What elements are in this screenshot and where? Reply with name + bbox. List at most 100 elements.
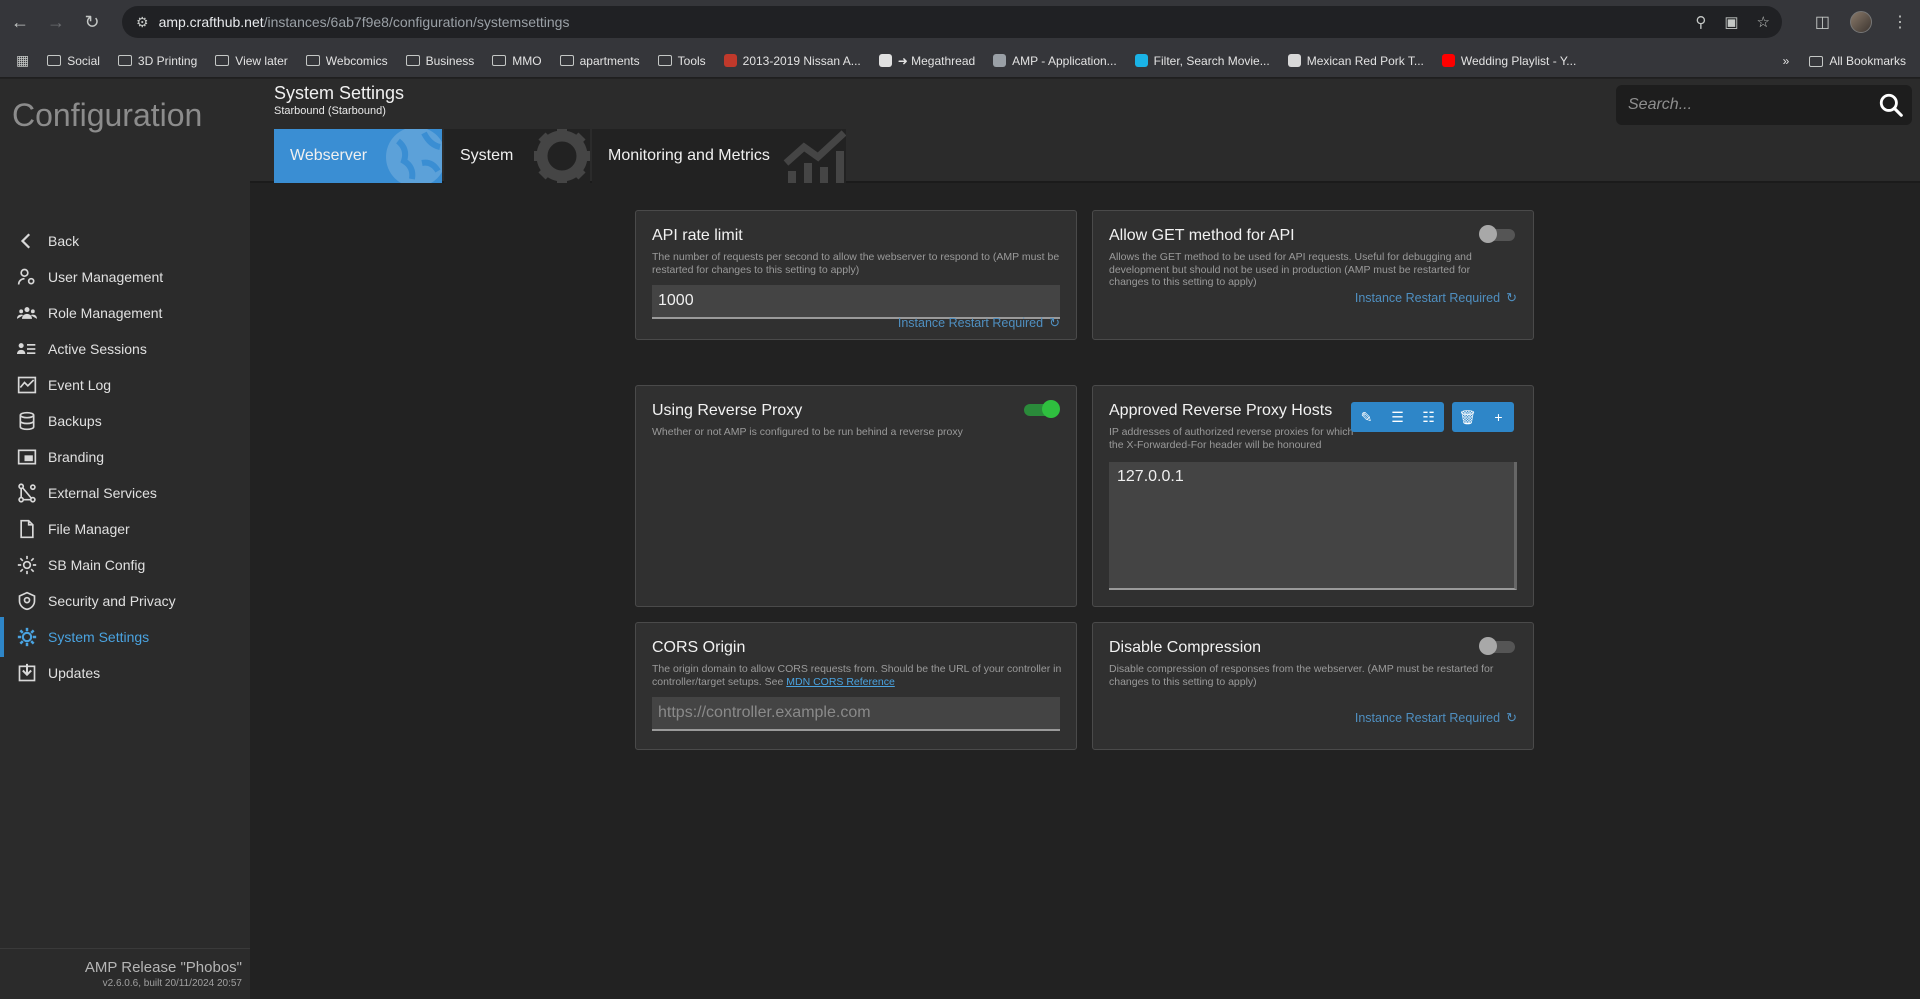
setting-api-rate-limit: API rate limit The number of requests pe… (635, 210, 1077, 340)
restart-required-link[interactable]: Instance Restart Required ↻ (1355, 710, 1517, 726)
allow-get-toggle[interactable] (1479, 225, 1517, 243)
folder-icon (117, 55, 132, 66)
bookmark-label: Webcomics (325, 53, 388, 68)
tab-webserver[interactable]: Webserver (274, 129, 442, 183)
bookmark-label: Tools (677, 53, 706, 68)
add-plus-icon[interactable]: + (1483, 402, 1514, 432)
disable-compression-toggle[interactable] (1479, 637, 1517, 655)
bookmark-item[interactable]: Wedding Playlist - Y... (1441, 53, 1577, 68)
gear-icon (16, 626, 38, 648)
setting-description: IP addresses of authorized reverse proxi… (1109, 426, 1354, 451)
tab-monitoring-metrics[interactable]: Monitoring and Metrics (592, 129, 846, 183)
sidebar-item-file-manager[interactable]: File Manager (0, 509, 250, 549)
users-icon (16, 302, 38, 324)
bookmark-list: Social 3D Printing View later Webcomics Busi… (47, 54, 1594, 68)
mdn-cors-link[interactable]: MDN CORS Reference (786, 676, 895, 688)
cors-origin-input[interactable] (652, 697, 1060, 731)
sidebar-item-system-settings[interactable]: System Settings (0, 617, 250, 657)
sidebar-item-updates[interactable]: Updates (0, 653, 250, 693)
chart-log-icon (16, 374, 38, 396)
bookmark-item[interactable]: AMP - Application... (993, 54, 1117, 68)
edit-pencil-icon[interactable]: ✎ (1351, 402, 1382, 432)
restart-required-link[interactable]: Instance Restart Required ↻ (1355, 290, 1517, 306)
tab-label: Monitoring and Metrics (608, 147, 770, 164)
bookmark-item[interactable]: Filter, Search Movie... (1134, 54, 1270, 68)
bookmark-item[interactable]: View later (215, 54, 288, 68)
all-bookmarks-label: All Bookmarks (1829, 54, 1906, 68)
bookmark-item[interactable]: Webcomics (305, 53, 388, 68)
user-gear-icon (16, 266, 38, 288)
restart-label: Instance Restart Required (897, 316, 1044, 330)
bookmark-item[interactable]: Business (405, 53, 475, 68)
search-icon[interactable] (1878, 92, 1904, 118)
menu-kebab-icon[interactable]: ⋮ (1892, 12, 1908, 32)
gear-icon (534, 129, 590, 183)
sidebar-item-user-management[interactable]: User Management (0, 257, 250, 297)
bookmark-item[interactable]: 2013-2019 Nissan A... (723, 54, 861, 68)
bookmark-item[interactable]: 3D Printing (117, 54, 197, 68)
bookmark-item[interactable]: MMO (492, 54, 542, 68)
site-info-icon[interactable]: ⚙ (136, 14, 149, 31)
config-gear-icon (16, 554, 38, 576)
restart-icon: ↻ (1506, 290, 1517, 305)
globe-icon (386, 129, 442, 183)
bookmark-label: Wedding Playlist - Y... (1460, 53, 1577, 68)
chart-icon (783, 130, 846, 183)
bookmark-label: Business (425, 53, 475, 68)
bookmark-label: AMP - Application... (1012, 53, 1117, 68)
sidebar-item-sb-main-config[interactable]: SB Main Config (0, 545, 250, 585)
search-input[interactable] (1628, 96, 1868, 114)
apps-grid-icon[interactable]: ▦ (16, 52, 29, 69)
sessions-list-icon (16, 338, 38, 360)
profile-avatar[interactable] (1850, 11, 1872, 33)
favicon-icon (993, 54, 1007, 67)
api-rate-limit-input[interactable] (652, 285, 1060, 319)
all-bookmarks-folder[interactable]: All Bookmarks (1809, 54, 1906, 68)
sidebar: Configuration Back User Management Role Ma… (0, 79, 250, 999)
bookmark-item[interactable]: ➜ Megathread (878, 54, 975, 68)
sidebar-item-backups[interactable]: Backups (0, 401, 250, 441)
address-bar[interactable]: ⚙ amp.crafthub.net/instances/6ab7f9e8/co… (122, 6, 1782, 38)
database-icon (16, 410, 38, 432)
install-app-icon[interactable]: ▣ (1724, 13, 1738, 31)
setting-description: Allows the GET method to be used for API… (1109, 251, 1472, 288)
build-info: v2.6.0.6, built 20/11/2024 20:57 (102, 978, 242, 989)
delete-trash-icon[interactable]: 🗑 (1452, 402, 1483, 432)
reload-icon[interactable]: ↻ (76, 6, 108, 38)
sidebar-item-event-log[interactable]: Event Log (0, 365, 250, 405)
settings-tabs: Webserver System Monitoring and Metrics (274, 129, 848, 183)
favicon-icon (878, 54, 892, 67)
tab-system[interactable]: System (444, 129, 590, 183)
bookmark-label: Social (67, 53, 100, 68)
folder-icon (1809, 55, 1824, 67)
sidebar-item-active-sessions[interactable]: Active Sessions (0, 329, 250, 369)
bookmark-item[interactable]: Social (47, 54, 100, 68)
restart-required-link[interactable]: Instance Restart Required ↻ (898, 315, 1060, 331)
bookmark-item[interactable]: apartments (559, 54, 640, 68)
sidebar-item-back[interactable]: Back (0, 221, 250, 261)
extensions-icon[interactable]: ◫ (1815, 12, 1830, 32)
sidebar-item-security-and-privacy[interactable]: Security and Privacy (0, 581, 250, 621)
favicon-icon (1134, 54, 1148, 67)
sidebar-item-branding[interactable]: Branding (0, 437, 250, 477)
url-path: /instances/6ab7f9e8/configuration/system… (263, 14, 570, 30)
approved-hosts-textarea[interactable]: 127.0.0.1 (1109, 462, 1517, 590)
export-list-icon[interactable]: ☷ (1413, 402, 1444, 432)
password-key-icon[interactable]: ⚲ (1695, 13, 1706, 31)
back-arrow-icon[interactable]: ← (4, 6, 36, 38)
sidebar-item-label: Back (48, 233, 80, 249)
reverse-proxy-toggle[interactable] (1022, 400, 1060, 418)
bookmarks-bar: ▦ Social 3D Printing View later Webcomics Bu… (0, 44, 1920, 78)
forward-arrow-icon[interactable]: → (40, 6, 72, 38)
folder-icon (215, 55, 230, 66)
import-list-icon[interactable]: ☰ (1382, 402, 1413, 432)
sidebar-item-external-services[interactable]: External Services (0, 473, 250, 513)
sidebar-item-role-management[interactable]: Role Management (0, 293, 250, 333)
more-bookmarks-button[interactable]: » (1783, 54, 1790, 68)
bookmark-star-icon[interactable]: ☆ (1757, 13, 1770, 31)
sidebar-item-label: Active Sessions (48, 341, 147, 357)
bookmark-item[interactable]: Tools (657, 53, 706, 68)
bookmark-item[interactable]: Mexican Red Pork T... (1287, 54, 1424, 68)
sidebar-divider (0, 948, 250, 949)
sidebar-item-label: Security and Privacy (48, 593, 176, 609)
